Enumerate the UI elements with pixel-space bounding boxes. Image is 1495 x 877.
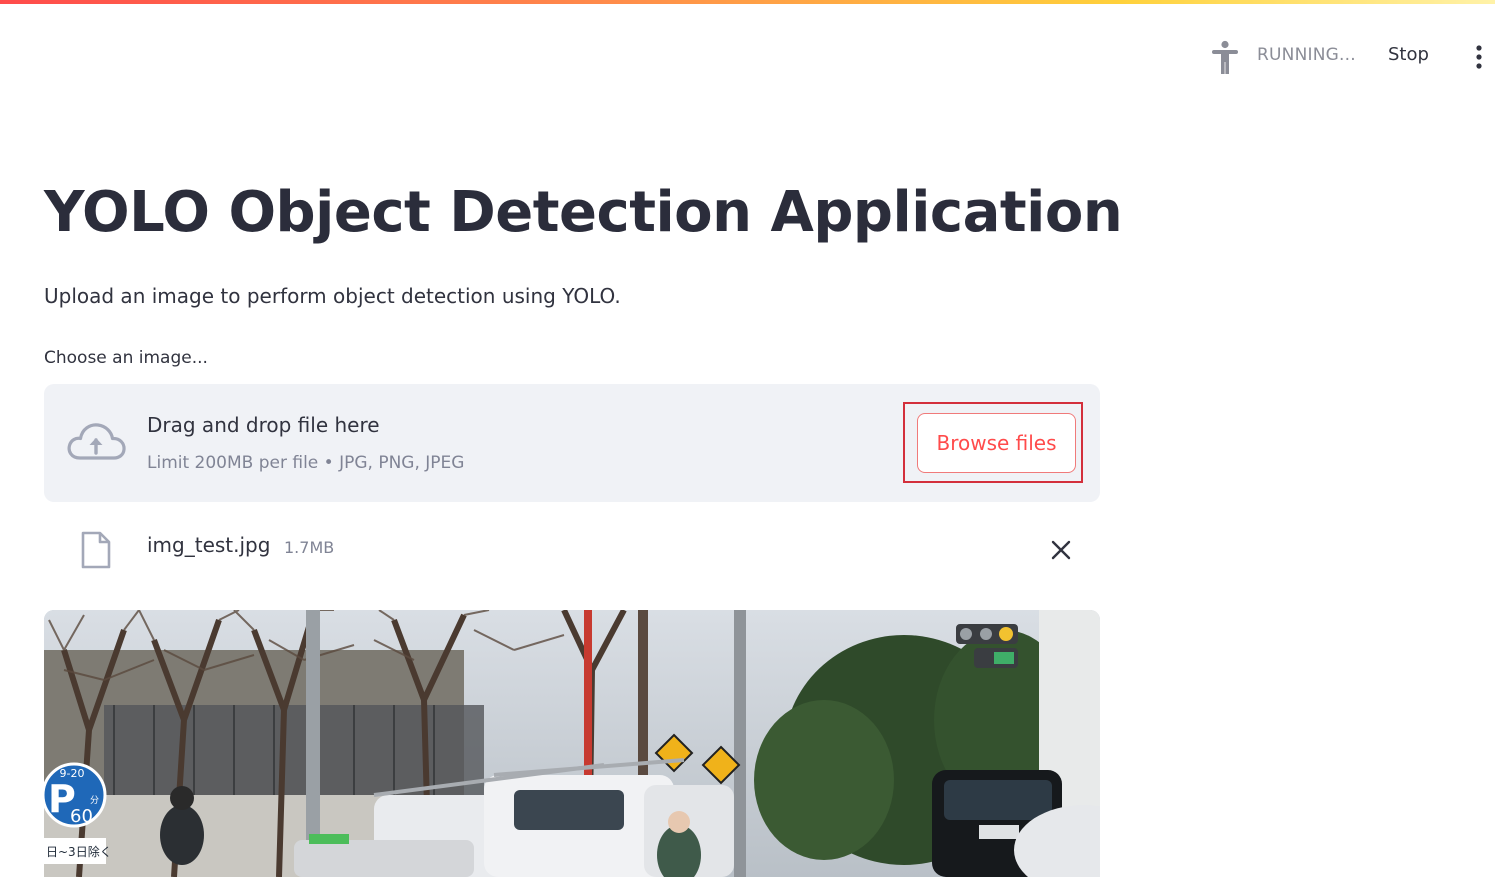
- dropzone-file-limit: Limit 200MB per file • JPG, PNG, JPEG: [147, 453, 465, 473]
- uploaded-image-preview: 9-20 P 60 分 日~3日除く: [44, 610, 1100, 877]
- sign-plate-text: 日~3日除く: [46, 844, 112, 859]
- vertical-dots-menu-icon[interactable]: [1469, 43, 1489, 71]
- top-decoration-bar: [0, 0, 1495, 4]
- street-scene-image: 9-20 P 60 分 日~3日除く: [44, 610, 1100, 877]
- running-man-icon: [1212, 40, 1238, 74]
- uploader-label: Choose an image...: [44, 348, 208, 368]
- status-running-text: RUNNING...: [1257, 45, 1356, 65]
- file-icon: [81, 531, 111, 569]
- page-title: YOLO Object Detection Application: [44, 180, 1123, 245]
- stop-button[interactable]: Stop: [1380, 42, 1437, 67]
- dropzone-instructions: Drag and drop file here: [147, 413, 380, 437]
- page-subtitle: Upload an image to perform object detect…: [44, 284, 621, 308]
- close-icon[interactable]: [1049, 538, 1073, 562]
- uploaded-file-name: img_test.jpg: [147, 533, 271, 557]
- browse-files-button[interactable]: Browse files: [917, 413, 1076, 473]
- sign-small-text: 分: [90, 795, 99, 806]
- uploaded-file-size: 1.7MB: [284, 538, 335, 557]
- sign-number-text: 60: [70, 806, 93, 827]
- cloud-upload-icon: [67, 423, 126, 460]
